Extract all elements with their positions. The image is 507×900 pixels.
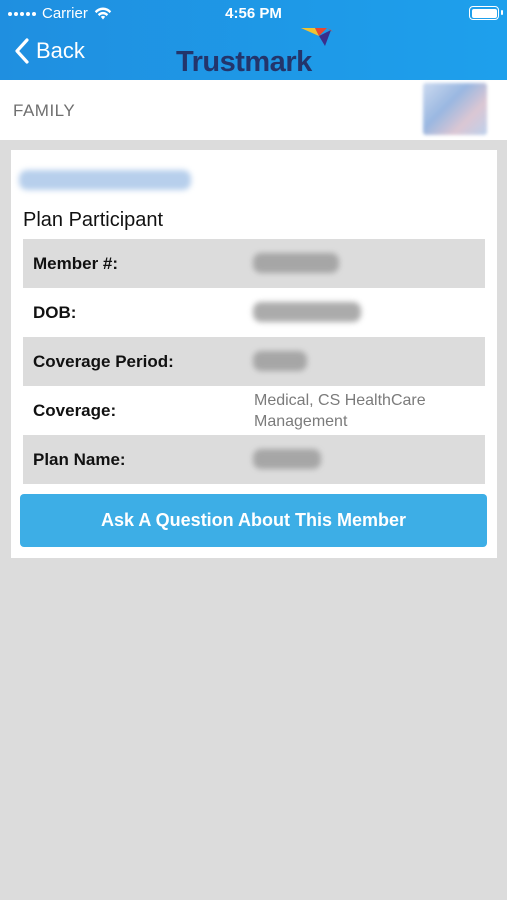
row-label: Coverage Period: xyxy=(33,352,174,371)
section-title: Plan Participant xyxy=(23,209,164,231)
logo-mark-icon xyxy=(301,28,333,46)
coverage-period-redacted xyxy=(253,351,307,371)
row-plan-name: Plan Name: xyxy=(23,435,485,484)
row-dob: DOB: xyxy=(23,288,485,337)
trustmark-logo: Trustmark xyxy=(176,28,336,78)
family-label: FAMILY xyxy=(13,101,76,120)
status-bar: Carrier 4:56 PM xyxy=(0,0,507,28)
row-label: Plan Name: xyxy=(33,450,126,469)
logo-text: Trustmark xyxy=(176,46,312,78)
row-member-number: Member #: xyxy=(23,239,485,288)
row-label: Coverage: xyxy=(33,401,117,420)
back-button[interactable]: Back xyxy=(14,38,85,64)
row-coverage: Coverage: Medical, CS HealthCare Managem… xyxy=(23,386,485,435)
member-card-thumbnail[interactable] xyxy=(423,83,487,135)
member-name-redacted xyxy=(19,170,191,190)
ask-question-button[interactable]: Ask A Question About This Member xyxy=(20,494,487,547)
back-label: Back xyxy=(36,38,85,63)
member-number-redacted xyxy=(253,253,339,273)
member-details-table: Member #: DOB: Coverage Period: Coverage… xyxy=(23,239,485,484)
battery-icon xyxy=(469,6,503,20)
dob-redacted xyxy=(253,302,361,322)
row-label: Member #: xyxy=(33,254,119,273)
coverage-value: Medical, CS HealthCare Management xyxy=(254,392,426,430)
row-coverage-period: Coverage Period: xyxy=(23,337,485,386)
status-time: 4:56 PM xyxy=(225,5,282,22)
plan-name-redacted xyxy=(253,449,321,469)
app-header: Carrier 4:56 PM Back Trustmark xyxy=(0,0,507,80)
row-label: DOB: xyxy=(33,303,77,322)
chevron-left-icon xyxy=(15,38,29,64)
member-card: Plan Participant Member #: DOB: Coverage… xyxy=(11,150,497,558)
